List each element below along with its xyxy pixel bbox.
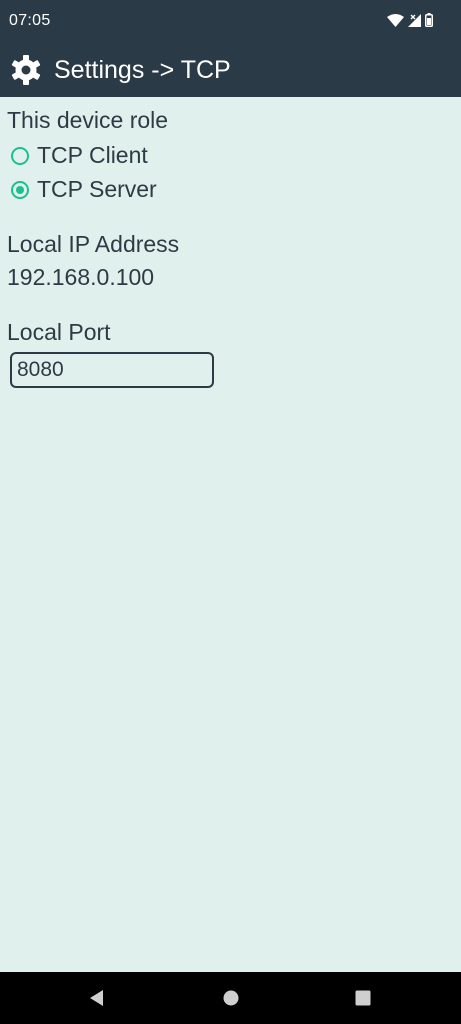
local-port-label: Local Port <box>7 319 111 345</box>
local-ip-value: 192.168.0.100 <box>7 264 155 290</box>
page-title: Settings -> TCP <box>54 56 231 84</box>
home-icon[interactable] <box>222 989 240 1007</box>
navigation-bar <box>0 972 461 1024</box>
status-bar: 07:05 <box>0 0 461 42</box>
radio-label-tcp-client: TCP Client <box>37 142 148 168</box>
recents-icon[interactable] <box>354 989 372 1007</box>
role-heading: This device role <box>7 107 169 133</box>
local-port-input[interactable] <box>10 352 214 388</box>
radio-label-tcp-server: TCP Server <box>37 176 157 202</box>
back-icon[interactable] <box>88 989 106 1007</box>
battery-icon <box>425 13 433 27</box>
radio-tcp-server[interactable]: TCP Server <box>11 176 157 203</box>
status-icons <box>387 13 433 27</box>
wifi-icon <box>387 13 404 27</box>
radio-button-tcp-server[interactable] <box>11 180 29 199</box>
signal-icon <box>408 13 421 27</box>
gear-icon <box>11 55 41 85</box>
status-time: 07:05 <box>9 12 51 29</box>
radio-tcp-client[interactable]: TCP Client <box>11 142 148 169</box>
app-bar: Settings -> TCP <box>0 42 461 97</box>
local-ip-label: Local IP Address <box>7 231 180 257</box>
screen: 07:05 Settings -> TCP This device role T… <box>0 0 461 1024</box>
radio-button-tcp-client[interactable] <box>11 146 29 165</box>
